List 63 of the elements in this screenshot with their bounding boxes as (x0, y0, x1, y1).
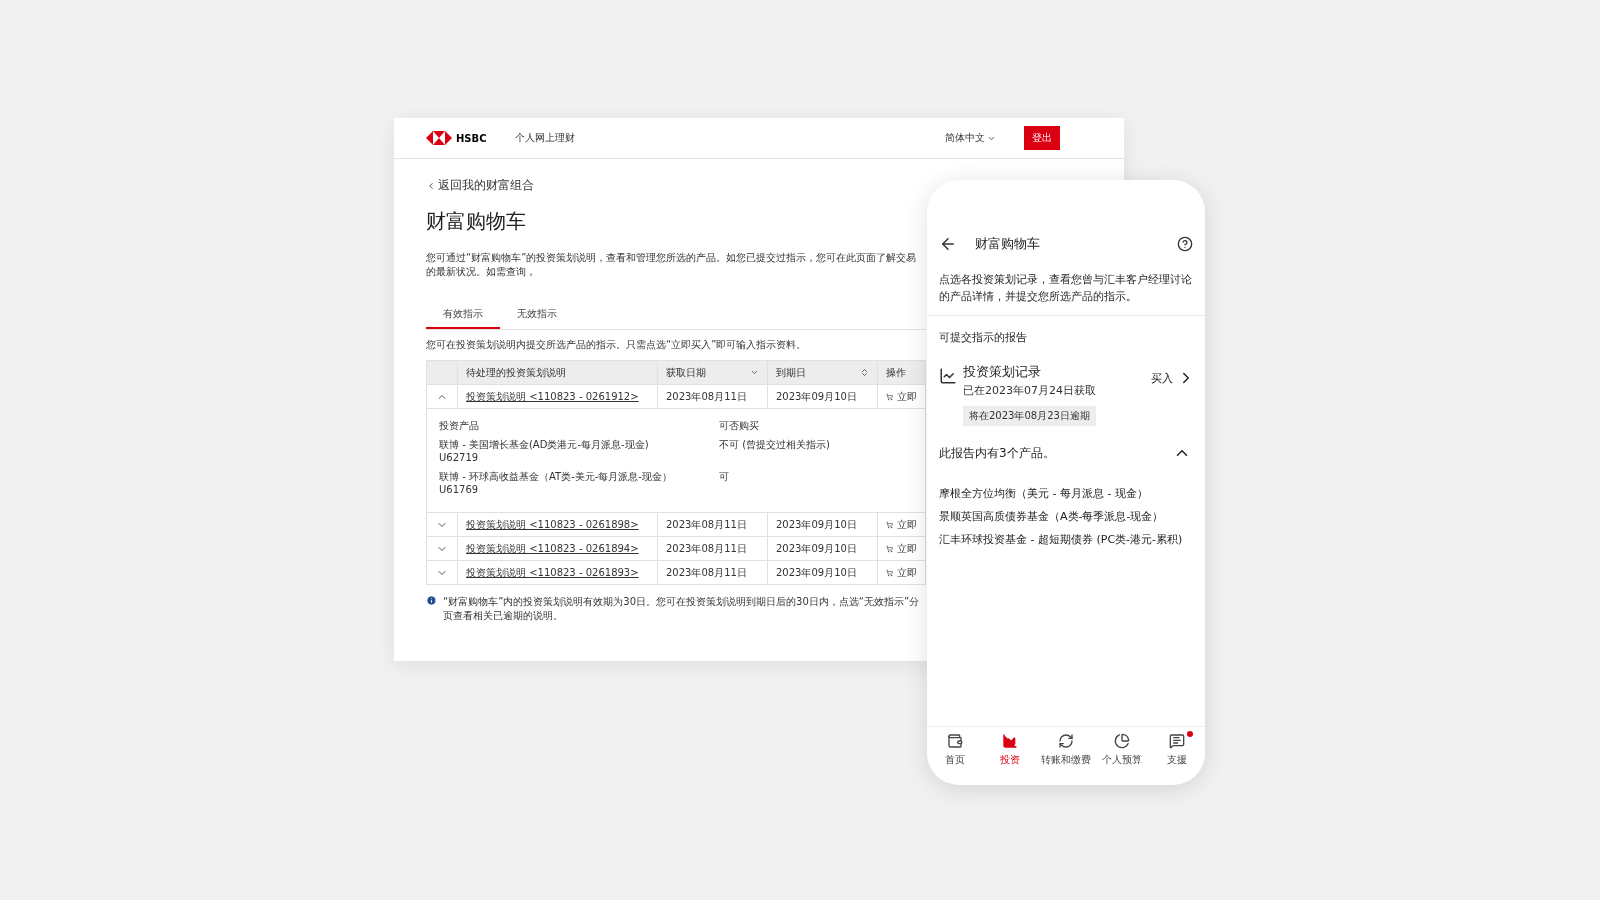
area-chart-icon (1002, 733, 1019, 749)
buy-link[interactable]: 立即 (897, 517, 917, 532)
intro-text: 您可通过“财富购物车”的投资策划说明，查看和管理您所选的产品。如您已提交过指示，您可在此页面了解交易的最新状况。如需查询， (426, 251, 918, 279)
expiry-tag: 将在2023年08月23日逾期 (963, 406, 1096, 426)
detail-heading: 投资产品 (439, 419, 480, 432)
cart-icon (886, 567, 893, 578)
table-cell: 2023年08月11日 (657, 385, 767, 408)
product-item: 汇丰环球投资基金 - 超短期债券 (PC类-港元-累积) (939, 532, 1184, 547)
product-name: 个人网上理财 (514, 131, 575, 145)
back-link[interactable]: 返回我的财富组合 (426, 177, 926, 194)
product-item: 摩根全方位均衡（美元 - 每月派息 - 现金） (939, 486, 1149, 501)
help-icon[interactable] (1177, 236, 1193, 252)
plan-link[interactable]: 投资策划说明 <110823 - 0261898> (466, 517, 639, 532)
plan-link[interactable]: 投资策划说明 <110823 - 0261893> (466, 565, 639, 580)
sort-icon (750, 368, 759, 377)
products-accordion[interactable]: 此报告内有3个产品。 (927, 444, 1205, 462)
availability-text: 可 (719, 470, 730, 484)
cart-icon (886, 519, 893, 530)
brand-name: HSBC (456, 132, 487, 144)
nav-tab[interactable]: 个人预算 (1093, 733, 1150, 767)
nav-tab[interactable]: 转账和缴费 (1038, 733, 1094, 767)
tab-note: 您可在投资策划说明内提交所选产品的指示。只需点选“立即买入”即可输入指示资料。 (426, 338, 808, 352)
buy-link[interactable]: 立即 (897, 389, 917, 404)
plan-link[interactable]: 投资策划说明 <110823 - 0261894> (466, 541, 639, 556)
wallet-icon (946, 733, 963, 749)
table-cell: 2023年08月11日 (657, 561, 767, 584)
buy-button[interactable]: 买入 (1151, 369, 1195, 387)
nav-tab[interactable]: 首页 (927, 733, 983, 767)
pie-chart-icon (1113, 733, 1130, 749)
line-chart-icon (939, 367, 957, 385)
buy-link[interactable]: 立即 (897, 565, 917, 580)
product-name: 联博 - 美国增长基金(AD类港元-每月派息-现金) (439, 438, 650, 451)
info-icon (426, 595, 437, 606)
record-title: 投资策划记录 (963, 363, 1042, 381)
detail-heading: 可否购买 (719, 419, 760, 432)
cart-icon (886, 543, 893, 554)
refresh-icon (1058, 733, 1074, 749)
plan-link[interactable]: 投资策划说明 <110823 - 0261912> (466, 389, 639, 404)
chevron-left-icon (426, 180, 436, 191)
page-title: 财富购物车 (426, 208, 527, 235)
description-text: 点选各投资策划记录，查看您曾与汇丰客户经理讨论的产品详情，并提交您所选产品的指示。 (939, 272, 1193, 305)
product-code: U61769 (439, 483, 480, 496)
language-selector[interactable]: 简体中文 (945, 131, 996, 145)
product-item: 景顺英国高质债券基金（A类-每季派息-现金） (939, 509, 1165, 524)
table-cell: 2023年09月10日 (767, 385, 877, 408)
screen-title: 财富购物车 (975, 235, 1041, 253)
nav-tab[interactable]: 支援 (1149, 733, 1205, 767)
logout-button[interactable]: 登出 (1024, 126, 1060, 150)
nav-tab[interactable]: 投资 (982, 733, 1039, 767)
section-title: 可提交指示的报告 (939, 330, 1028, 345)
buy-link[interactable]: 立即 (897, 541, 917, 556)
product-code: U62719 (439, 451, 480, 464)
message-icon (1169, 733, 1186, 749)
table-cell: 2023年09月10日 (767, 561, 877, 584)
tab[interactable]: 有效指示 (426, 301, 500, 329)
product-name: 联博 - 环球高收益基金（AT类-美元-每月派息-现金） (439, 470, 673, 483)
record-subtitle: 已在2023年07月24日获取 (963, 383, 1097, 398)
footnote-text: “财富购物车”内的投资策划说明有效期为30日。您可在投资策划说明到期日后的30日内，点选“无效指示”分页查看相关已逾期的说明。 (443, 595, 921, 623)
sort-icon (860, 368, 869, 377)
logo-icon (426, 131, 452, 145)
availability-text: 不可 (曾提交过相关指示) (719, 438, 831, 452)
tab[interactable]: 无效指示 (500, 301, 574, 329)
cart-icon (886, 391, 893, 402)
